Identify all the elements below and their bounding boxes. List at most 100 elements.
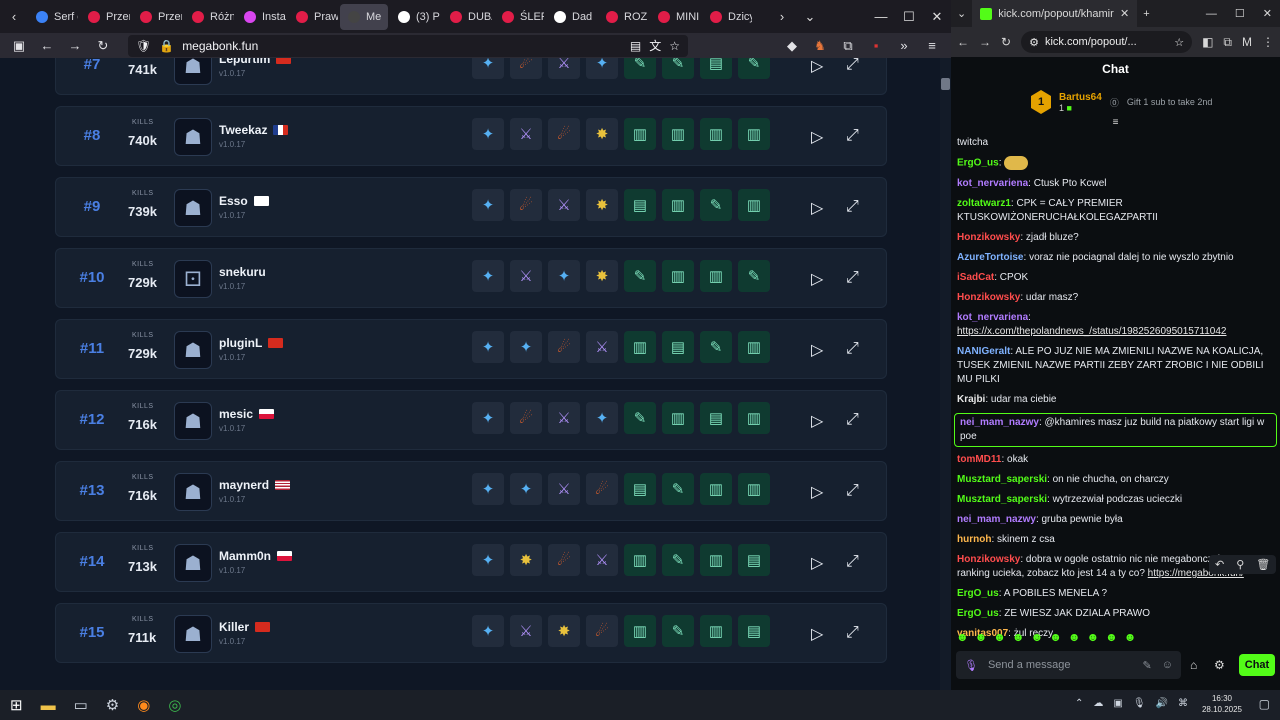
browser-tab[interactable]: Me ✕ (340, 3, 388, 30)
chat-settings-icon[interactable]: ⚙ (1214, 658, 1225, 672)
player-avatar[interactable]: ☗ (174, 118, 212, 156)
item-slot-icon[interactable]: ☄ (548, 544, 580, 576)
chat-username[interactable]: zoltatwarz1 (957, 198, 1011, 209)
page-scrollbar-thumb[interactable] (941, 78, 950, 90)
item-slot-icon[interactable]: ✦ (472, 118, 504, 150)
steam-icon[interactable]: ⚙ (106, 696, 119, 714)
item-slot-icon[interactable]: ✸ (548, 615, 580, 647)
chat-username[interactable]: Musztard_saperski (957, 494, 1047, 505)
leaderboard-row[interactable]: #13 KILLS 716k ☗ maynerd v1.0.17 ✦ ✦ ⚔ ☄ ▤ ✎ ▥ ▥ ▷ ⤢ (55, 461, 887, 521)
item-slot-icon[interactable]: ⚔ (586, 331, 618, 363)
player-name[interactable]: Esso (219, 194, 248, 208)
maximize-icon[interactable]: ☐ (895, 9, 923, 25)
item-slot-icon[interactable]: ⚔ (548, 473, 580, 505)
mic-icon[interactable]: 🎙 (964, 659, 978, 672)
player-name[interactable]: Killer (219, 620, 249, 634)
chat-username[interactable]: iSadCat (957, 272, 994, 283)
item-slot-icon[interactable]: ✦ (510, 331, 542, 363)
item-slot-icon[interactable]: ✎ (624, 58, 656, 79)
item-slot-icon[interactable]: ✦ (472, 402, 504, 434)
reload-icon[interactable]: ↻ (92, 38, 114, 54)
tab-scroll-right-icon[interactable]: › (768, 9, 796, 24)
player-name[interactable]: Tweekaz (219, 123, 267, 137)
reply-icon[interactable]: ↶ (1215, 558, 1224, 571)
player-avatar[interactable]: ☗ (174, 544, 212, 582)
leaderboard-row[interactable]: #12 KILLS 716k ☗ mesic v1.0.17 ✦ ☄ ⚔ ✦ ✎ ▥ ▤ ▥ ▷ ⤢ (55, 390, 887, 450)
item-slot-icon[interactable]: ✦ (472, 615, 504, 647)
browser-tab[interactable]: Przem (132, 4, 182, 30)
chat-username[interactable]: tomMD11 (957, 454, 1001, 465)
chat-message[interactable]: Musztard_saperski: on nie chucha, on cha… (957, 473, 1274, 487)
chat-message[interactable]: NANIGeralt: ALE PO JUZ NIE MA ZMIENILI N… (957, 345, 1274, 387)
chat-message[interactable]: Honzikowsky: zjadł bluze? (957, 231, 1274, 245)
chat-message[interactable]: zoltatwarz1: CPK = CAŁY PREMIER KTUSKOWI… (957, 197, 1274, 225)
browser-tab[interactable]: ŚLEPA (494, 4, 544, 30)
leaderboard-row[interactable]: #11 KILLS 729k ☗ pluginL v1.0.17 ✦ ✦ ☄ ⚔ ▥ ▤ ✎ ▥ ▷ ⤢ (55, 319, 887, 379)
leaderboard-row[interactable]: #15 KILLS 711k ☗ Killer v1.0.17 ✦ ⚔ ✸ ☄ ▥ ✎ ▥ ▤ ▷ ⤢ (55, 603, 887, 663)
cloud-icon[interactable]: ☁ (1093, 698, 1103, 709)
minimize-icon[interactable]: — (867, 9, 895, 24)
chat-back-icon[interactable]: ← (957, 35, 969, 49)
item-slot-icon[interactable]: ▥ (700, 473, 732, 505)
play-replay-icon[interactable]: ▷ (811, 198, 823, 218)
chat-link[interactable]: https://x.com/thepolandnews_/status/1982… (957, 326, 1226, 337)
close-window-icon[interactable]: ✕ (923, 9, 951, 25)
chrome-icon[interactable]: ◎ (168, 696, 181, 714)
bookmark-star-icon[interactable]: ☆ (669, 39, 680, 53)
player-avatar[interactable]: ⚀ (174, 260, 212, 298)
chat-message[interactable]: nei_mam_nazwy: gruba pewnie była (957, 513, 1274, 527)
item-slot-icon[interactable]: ⚔ (510, 118, 542, 150)
chat-forward-icon[interactable]: → (979, 35, 991, 49)
chat-message[interactable]: kot_nervariena: https://x.com/thepolandn… (957, 311, 1274, 339)
item-slot-icon[interactable]: ▥ (700, 544, 732, 576)
item-slot-icon[interactable]: ▥ (662, 260, 694, 292)
play-replay-icon[interactable]: ▷ (811, 127, 823, 147)
expand-icon[interactable]: ⤢ (846, 127, 859, 145)
expand-icon[interactable]: ⤢ (846, 482, 859, 500)
delete-icon[interactable]: 🗑 (1256, 558, 1270, 571)
item-slot-icon[interactable]: ✦ (586, 402, 618, 434)
emote-icon[interactable]: ☻ (1068, 630, 1081, 644)
item-slot-icon[interactable]: ✦ (472, 260, 504, 292)
page-scrollbar[interactable] (940, 58, 951, 690)
item-slot-icon[interactable]: ✎ (700, 331, 732, 363)
close-tab-icon[interactable]: ✕ (1120, 7, 1129, 20)
browser-tab[interactable]: ROZM (598, 4, 648, 30)
emote-icon[interactable]: ☻ (1031, 630, 1044, 644)
tab-scroll-left-icon[interactable]: ‹ (0, 9, 28, 24)
player-name[interactable]: pluginL (219, 336, 262, 350)
firefox-icon[interactable]: ◉ (137, 696, 150, 714)
chat-username[interactable]: Musztard_saperski (957, 474, 1047, 485)
play-replay-icon[interactable]: ▷ (811, 624, 823, 644)
play-replay-icon[interactable]: ▷ (811, 58, 823, 76)
extension-icon[interactable]: ◆ (781, 38, 803, 54)
emote-icon[interactable]: ☻ (1049, 630, 1062, 644)
mic-tray-icon[interactable]: 🎙 (1133, 698, 1146, 709)
start-icon[interactable]: ⊞ (10, 696, 23, 714)
item-slot-icon[interactable]: ⚔ (548, 402, 580, 434)
gift-text[interactable]: Gift 1 sub to take 2nd (1127, 97, 1213, 107)
chat-message[interactable]: ErgO_us: A POBILES MENELA ? (957, 587, 1274, 601)
item-slot-icon[interactable]: ▥ (738, 331, 770, 363)
item-slot-icon[interactable]: ✦ (472, 473, 504, 505)
new-tab-icon[interactable]: + (1143, 8, 1149, 20)
chat-input[interactable]: 🎙 Send a message ✎ ☺ (956, 651, 1181, 679)
expand-icon[interactable]: ⤢ (846, 269, 859, 287)
player-name-group[interactable]: maynerd (219, 478, 291, 492)
item-slot-icon[interactable]: ✦ (472, 189, 504, 221)
expand-icon[interactable]: ⤢ (846, 624, 859, 642)
browser-tab[interactable]: DUBA (442, 4, 492, 30)
browser-tab[interactable]: Serf o (28, 4, 78, 30)
clock[interactable]: 16:30 28.10.2025 (1202, 693, 1242, 715)
item-slot-icon[interactable]: ☄ (548, 331, 580, 363)
chat-username[interactable]: ErgO_us (957, 588, 999, 599)
emoji-picker-icon[interactable]: ☺ (1162, 659, 1173, 671)
item-slot-icon[interactable]: ✦ (472, 331, 504, 363)
item-slot-icon[interactable]: ▤ (700, 58, 732, 79)
player-avatar[interactable]: ☗ (174, 473, 212, 511)
chat-message[interactable]: AzureTortoise: voraz nie pociagnal dalej… (957, 251, 1274, 265)
profile-avatar-icon[interactable]: M (1242, 35, 1252, 49)
item-slot-icon[interactable]: ✎ (624, 402, 656, 434)
item-slot-icon[interactable]: ✸ (586, 260, 618, 292)
chat-maximize-icon[interactable]: ☐ (1235, 7, 1245, 20)
